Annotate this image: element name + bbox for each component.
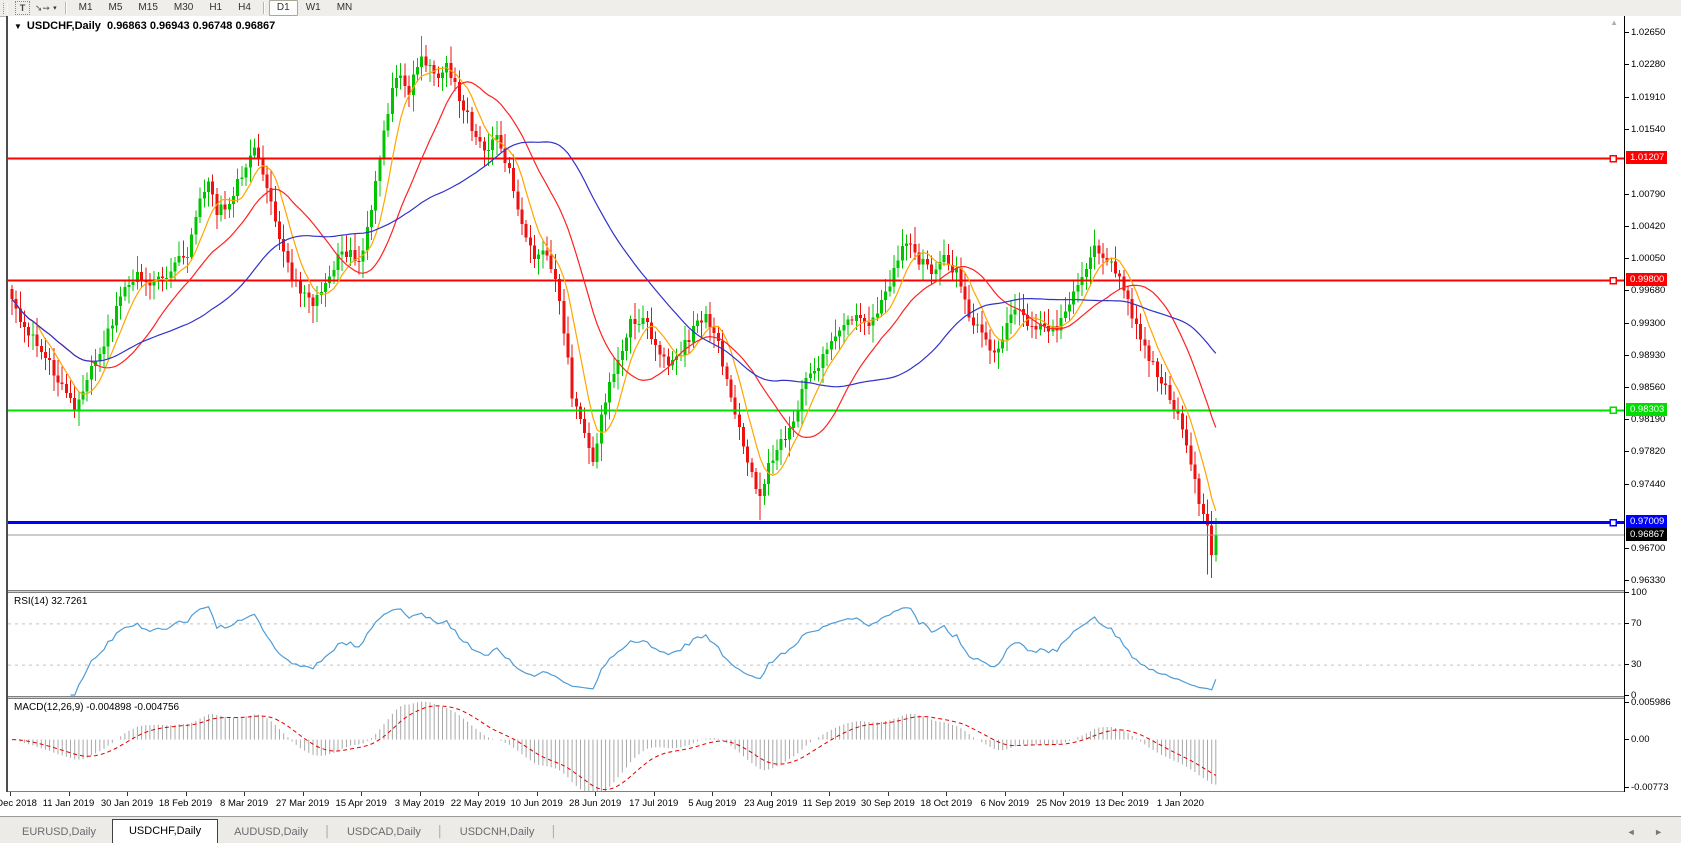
date-axis-tick [1180, 792, 1182, 796]
chart-tab-usdcnh[interactable]: USDCNH,Daily [444, 822, 551, 843]
hline-price-label: 1.01207 [1626, 151, 1668, 165]
price-axis-tick: 1.00420 [1625, 221, 1681, 232]
hline-price-label: 0.97009 [1626, 515, 1668, 529]
date-axis-tick [361, 792, 363, 796]
timeframe-button-d1[interactable]: D1 [268, 0, 298, 16]
chart-tab-eurusd[interactable]: EURUSD,Daily [6, 822, 112, 843]
chart-ohlc-values: 0.96863 0.96943 0.96748 0.96867 [107, 20, 276, 32]
date-axis-tick [127, 792, 129, 796]
date-axis-tick [829, 792, 831, 796]
date-axis-tick [536, 792, 538, 796]
date-axis-tick [478, 792, 480, 796]
macd-axis-tick: 0.005986 [1625, 697, 1681, 708]
date-axis[interactable]: 24 Dec 201811 Jan 201930 Jan 201918 Feb … [0, 792, 1681, 816]
rsi-indicator-panel[interactable]: RSI(14) 32.7261 [8, 593, 1624, 696]
chart-collapse-icon[interactable]: ▼ [14, 22, 22, 31]
timeframe-button-m15[interactable]: M15 [130, 0, 165, 16]
tab-separator: │ [436, 826, 444, 838]
price-axis-tick: 0.99300 [1625, 318, 1681, 329]
indicator-cursor-tool-icon[interactable]: ➘➙ [35, 3, 50, 14]
toolbar-grip[interactable] [3, 2, 8, 14]
date-axis-tick [887, 792, 889, 796]
date-axis-tick [1004, 792, 1006, 796]
price-axis-tick: 0.96700 [1625, 543, 1681, 554]
date-axis-tick [946, 792, 948, 796]
chart-symbol-label: USDCHF,Daily [26, 20, 101, 32]
timeframe-button-m30[interactable]: M30 [166, 0, 201, 16]
timeframe-button-h4[interactable]: H4 [230, 0, 259, 16]
price-axis-tick: 0.97820 [1625, 446, 1681, 457]
date-axis-tick [595, 792, 597, 796]
price-chart-panel[interactable]: ▼ USDCHF,Daily 0.96863 0.96943 0.96748 0.… [8, 16, 1624, 590]
tab-scroll-arrows-icon[interactable]: ◄ ► [1627, 827, 1671, 837]
timeframe-button-w1[interactable]: W1 [298, 0, 329, 16]
date-axis-tick [185, 792, 187, 796]
date-axis-tick [712, 792, 714, 796]
date-axis-tick [68, 792, 70, 796]
price-axis-tick: 1.01910 [1625, 92, 1681, 103]
date-axis-tick [10, 792, 11, 796]
macd-label: MACD(12,26,9) -0.004898 -0.004756 [14, 702, 180, 713]
date-axis-tick [302, 792, 304, 796]
toolbar-separator [262, 2, 265, 14]
date-axis-tick [244, 792, 246, 796]
price-axis-tick: 1.02280 [1625, 59, 1681, 70]
price-axis-tick: 0.98930 [1625, 350, 1681, 361]
price-axis-tick: 0.98560 [1625, 382, 1681, 393]
rsi-axis-tick: 70 [1625, 618, 1681, 629]
chart-tab-usdcad[interactable]: USDCAD,Daily [331, 822, 437, 843]
macd-axis-tick: 0.00 [1625, 734, 1681, 745]
date-axis-tick [1121, 792, 1123, 796]
price-axis[interactable]: 1.02650 1.02280 1.01910 1.01540 1.00790 1.004… [1624, 16, 1681, 793]
current-price-label: 0.96867 [1626, 527, 1668, 541]
date-axis-tick [653, 792, 655, 796]
hline-price-label: 0.98303 [1626, 403, 1668, 417]
chart-tab-audusd[interactable]: AUDUSD,Daily [218, 822, 324, 843]
date-axis-label: 1 Jan 2020 [1156, 798, 1204, 809]
text-label-tool-icon[interactable]: T [15, 1, 30, 15]
timeframe-button-h1[interactable]: H1 [201, 0, 230, 16]
chart-window: ▼ USDCHF,Daily 0.96863 0.96943 0.96748 0.… [6, 16, 1681, 793]
toolbar-separator [64, 2, 67, 14]
rsi-label: RSI(14) 32.7261 [14, 596, 88, 607]
price-axis-tick: 0.97440 [1625, 479, 1681, 490]
timeframe-button-m1[interactable]: M1 [71, 0, 101, 16]
price-axis-tick: 0.99680 [1625, 285, 1681, 296]
price-axis-tick: 1.01540 [1625, 124, 1681, 135]
timeframe-button-group: M1 M5 M15 M30 H1 H4 D1 W1 MN [71, 0, 361, 16]
date-axis-tick [1063, 792, 1065, 796]
tool-dropdown-icon[interactable]: ▾ [53, 4, 57, 12]
price-axis-tick: 1.00050 [1625, 253, 1681, 264]
price-axis-tick: 1.02650 [1625, 27, 1681, 38]
date-axis-tick [770, 792, 772, 796]
timeframe-button-m5[interactable]: M5 [101, 0, 131, 16]
tab-separator: │ [324, 826, 331, 838]
rsi-axis-tick: 100 [1625, 587, 1681, 598]
top-toolbar: T ➘➙ ▾ M1 M5 M15 M30 H1 H4 D1 W1 MN [0, 0, 1681, 17]
chart-title: ▼ USDCHF,Daily 0.96863 0.96943 0.96748 0.… [14, 20, 275, 32]
tab-separator: │ [550, 826, 558, 838]
chart-tab-usdchf[interactable]: USDCHF,Daily [111, 819, 219, 843]
hline-price-label: 0.99800 [1626, 273, 1668, 287]
price-axis-tick: 1.00790 [1625, 189, 1681, 200]
chart-shift-marker-icon[interactable]: ▲ [1610, 18, 1618, 27]
rsi-axis-tick: 30 [1625, 659, 1681, 670]
macd-indicator-panel[interactable]: MACD(12,26,9) -0.004898 -0.004756 [8, 699, 1624, 792]
price-axis-tick: 0.96330 [1625, 575, 1681, 586]
date-axis-tick [419, 792, 421, 796]
timeframe-button-mn[interactable]: MN [329, 0, 361, 16]
chart-tab-bar: EURUSD,Daily USDCHF,Daily AUDUSD,Daily │ USD… [0, 816, 1681, 843]
